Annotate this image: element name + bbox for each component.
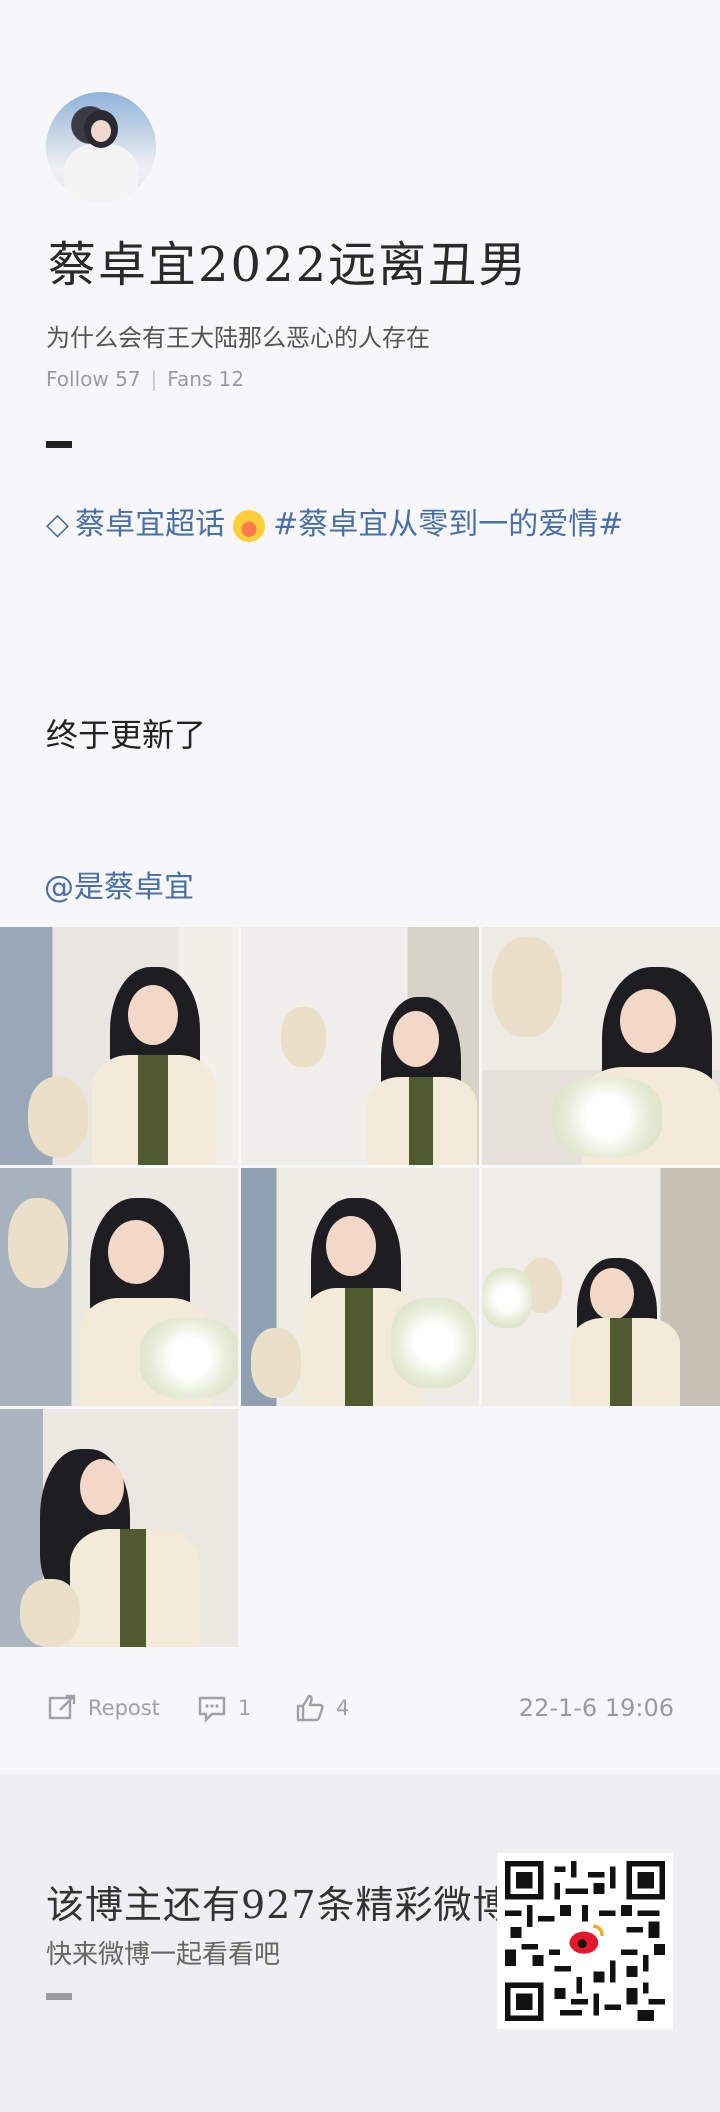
photo-6[interactable] [482,1168,720,1406]
profile-nickname[interactable]: 蔡卓宜2022远离丑男 [48,225,528,295]
thumbs-up-icon [296,1694,324,1722]
comment-count: 1 [238,1696,252,1720]
qr-code-icon [505,1861,665,2021]
photo-2[interactable] [241,927,479,1165]
photo-7[interactable] [0,1409,238,1647]
photo-1[interactable] [0,927,238,1165]
post-card: 蔡卓宜2022远离丑男 为什么会有王大陆那么恶心的人存在 Follow 57 | F… [0,0,720,1774]
action-bar: Repost 1 4 22-1-6 19:06 [0,1680,720,1740]
stats-separator: | [150,367,158,391]
avatar[interactable] [46,92,156,202]
like-button[interactable]: 4 [294,1692,349,1724]
repost-label: Repost [88,1696,160,1720]
promo-headline: 该博主还有927条精彩微博 [46,1883,512,1927]
fans-count[interactable]: Fans 12 [167,367,244,391]
hashtag-link[interactable]: #蔡卓宜从零到一的爱情# [273,507,623,542]
post-timestamp: 22-1-6 19:06 [518,1694,674,1722]
post-text: 终于更新了 [46,716,207,754]
profile-stats: Follow 57 | Fans 12 [46,367,244,391]
super-topic-gem-icon: ◇ [46,507,70,542]
section-divider [46,441,72,448]
kiss-emoji-icon [233,509,266,542]
photo-grid [0,927,720,1647]
profile-bio: 为什么会有王大陆那么恶心的人存在 [46,324,430,352]
footer-divider [46,1993,72,2000]
like-count: 4 [336,1696,350,1720]
photo-5[interactable] [241,1168,479,1406]
qr-code[interactable] [497,1853,673,2029]
app-promo-footer: 该博主还有927条精彩微博 快来微博一起看看吧 [0,1774,720,2112]
promo-subtext: 快来微博一起看看吧 [46,1940,281,1970]
comment-icon [198,1696,226,1723]
repost-icon [48,1694,76,1720]
photo-4[interactable] [0,1168,238,1406]
mention-link[interactable]: @是蔡卓宜 [44,862,194,906]
post-topics: ◇ 蔡卓宜超话 #蔡卓宜从零到一的爱情# [46,488,686,562]
comment-button[interactable]: 1 [196,1692,251,1724]
super-topic-link[interactable]: 蔡卓宜超话 [75,507,225,542]
repost-button[interactable]: Repost [46,1692,160,1724]
photo-3[interactable] [482,927,720,1165]
follow-count[interactable]: Follow 57 [46,367,141,391]
